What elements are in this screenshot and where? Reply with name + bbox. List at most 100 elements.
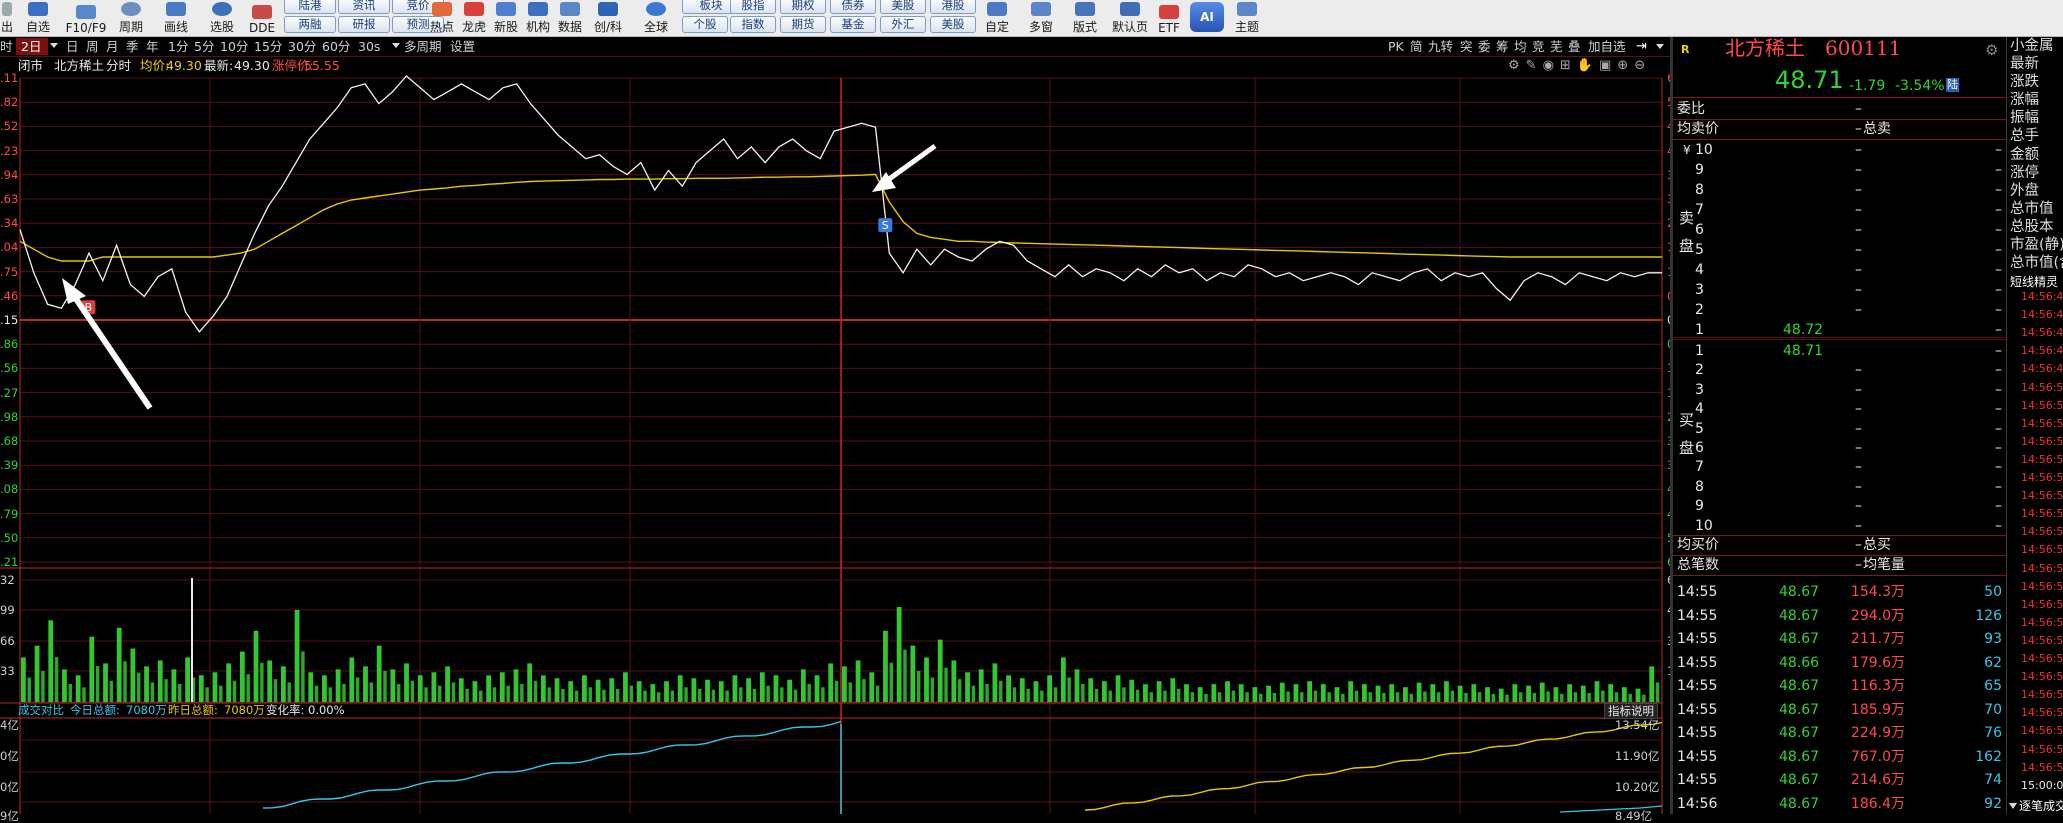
footer-dropdown-icon[interactable] <box>2009 803 2017 809</box>
volume-bar <box>54 657 59 702</box>
wizard-time[interactable]: 14:56:54 <box>2021 417 2063 430</box>
buy-level-row[interactable]: 9 – – <box>1673 497 2006 516</box>
wizard-time[interactable]: 15:00:00 <box>2021 779 2063 792</box>
wizard-time[interactable]: 14:56:57 <box>2021 598 2063 611</box>
left-axis-price-label: .75 <box>0 264 19 279</box>
level-volume: – <box>1995 343 2002 359</box>
volume-bar <box>431 672 437 702</box>
sell-level-row[interactable]: 4 – – <box>1673 261 2006 280</box>
wizard-time[interactable]: 14:56:46 <box>2021 291 2063 303</box>
tick-row[interactable]: 14:55 48.67 116.3万 65 <box>1673 675 2006 697</box>
wizard-time[interactable]: 14:56:54 <box>2021 453 2063 466</box>
volume-bar <box>992 663 998 702</box>
short-term-wizard-label[interactable]: 短线精灵 <box>2010 273 2058 291</box>
wizard-time[interactable]: 14:56:54 <box>2021 490 2063 502</box>
indicator-help-button[interactable]: 指标说明 <box>1604 703 1658 719</box>
tick-row[interactable]: 14:55 48.67 224.9万 76 <box>1673 722 2006 744</box>
volume-bar <box>1382 693 1386 702</box>
tick-row[interactable]: 14:55 48.66 179.6万 62 <box>1673 652 2006 674</box>
volume-bar <box>1532 693 1537 702</box>
sell-level-row[interactable]: 7 – – <box>1673 201 2006 220</box>
yesterday-total-value: 7080万 <box>224 703 265 717</box>
tick-detail-label[interactable]: 逐笔成交 <box>2019 797 2063 815</box>
volume-bar <box>527 663 533 702</box>
left-axis-price-label: .34 <box>0 216 19 231</box>
tick-row[interactable]: 14:55 48.67 211.7万 93 <box>1673 628 2006 650</box>
wizard-time[interactable]: 14:56:46 <box>2021 345 2063 357</box>
volume-bar <box>520 684 524 702</box>
sell-level-row[interactable]: 3 – – <box>1673 281 2006 300</box>
buy-level-row[interactable]: 2 – – <box>1673 361 2006 380</box>
level-volume: – <box>1995 242 2002 258</box>
volume-bar <box>1012 687 1017 702</box>
wizard-time[interactable]: 14:56:50 <box>2021 381 2063 394</box>
level-volume: – <box>1995 222 2002 238</box>
wizard-time[interactable]: 14:56:58 <box>2021 761 2063 774</box>
wizard-time[interactable]: 14:56:51 <box>2021 399 2063 412</box>
volume-bar <box>821 687 825 702</box>
wizard-time[interactable]: 14:56:55 <box>2021 526 2063 538</box>
wizard-time[interactable]: 14:56:54 <box>2021 472 2063 484</box>
wizard-time[interactable]: 14:56:55 <box>2021 562 2063 575</box>
buy-level-row[interactable]: 1 48.71 – <box>1673 342 2006 361</box>
tick-volume: 92 <box>1984 795 2002 812</box>
wizard-time[interactable]: 14:56:55 <box>2021 508 2063 520</box>
tick-row[interactable]: 14:56 48.67 186.4万 92 <box>1673 793 2006 815</box>
tick-amount: 224.9万 <box>1850 725 1905 741</box>
buy-level-row[interactable]: 4 – – <box>1673 400 2006 419</box>
quote-settings-icon[interactable]: ⚙ <box>1985 41 1998 59</box>
wizard-time[interactable]: 14:56:57 <box>2021 671 2063 683</box>
tick-row[interactable]: 14:55 48.67 214.6万 74 <box>1673 769 2006 791</box>
volume-bar <box>1655 682 1660 702</box>
volume-bar <box>1300 692 1304 702</box>
volume-bar <box>1115 675 1121 702</box>
volume-bar <box>1108 690 1112 702</box>
tick-amount: 179.6万 <box>1850 654 1905 671</box>
sell-level-row[interactable]: 2 – – <box>1673 301 2006 320</box>
volume-bar <box>1526 685 1531 702</box>
volume-bar <box>178 684 182 702</box>
wizard-time[interactable]: 14:56:54 <box>2021 435 2063 448</box>
wizard-time[interactable]: 14:56:57 <box>2021 634 2063 647</box>
tick-amount: 767.0万 <box>1850 748 1905 765</box>
sell-level-row[interactable]: 8 – – <box>1673 181 2006 200</box>
wizard-time[interactable]: 14:56:58 <box>2021 725 2063 737</box>
volume-bar <box>103 663 108 702</box>
wizard-time[interactable]: 14:56:57 <box>2021 580 2063 593</box>
divider-line <box>1673 535 2006 536</box>
volume-bar <box>1047 675 1053 702</box>
wizard-time[interactable]: 14:56:57 <box>2021 689 2063 701</box>
wizard-time[interactable]: 14:56:58 <box>2021 743 2063 756</box>
wizard-time[interactable]: 14:56:46 <box>2021 327 2063 339</box>
wizard-time[interactable]: 14:56:47 <box>2021 363 2063 375</box>
wizard-time[interactable]: 14:56:57 <box>2021 653 2063 665</box>
sell-level-row[interactable]: 5 – – <box>1673 241 2006 260</box>
tick-time: 14:56 <box>1677 795 1718 812</box>
wizard-time[interactable]: 14:56:57 <box>2021 616 2063 629</box>
chart-area[interactable]: BS <box>0 0 1670 814</box>
tick-volume: 65 <box>1984 678 2002 694</box>
tick-row[interactable]: 14:55 48.67 185.9万 70 <box>1673 699 2006 721</box>
sell-level-row[interactable]: 10 – – <box>1673 141 2006 160</box>
sell-level-row[interactable]: 6 – – <box>1673 221 2006 240</box>
volume-bar <box>855 660 861 702</box>
buy-level-row[interactable]: 8 – – <box>1673 478 2006 497</box>
buy-level-row[interactable]: 3 – – <box>1673 381 2006 400</box>
left-axis-price-label: .04 <box>0 240 19 255</box>
tick-row[interactable]: 14:55 48.67 294.0万 126 <box>1673 605 2006 627</box>
volume-bar <box>1259 693 1263 702</box>
buy-level-row[interactable]: 6 – – <box>1673 439 2006 458</box>
volume-bar <box>445 666 450 702</box>
volume-left-axis-label: 66 <box>0 634 15 648</box>
buy-level-row[interactable]: 5 – – <box>1673 420 2006 439</box>
buy-level-row[interactable]: 7 – – <box>1673 458 2006 477</box>
sell-level-row[interactable]: 9 – – <box>1673 161 2006 180</box>
buy-level-row[interactable]: 10 – – <box>1673 517 2006 536</box>
tick-row[interactable]: 14:55 48.67 154.3万 50 <box>1673 581 2006 603</box>
tick-row[interactable]: 14:55 48.67 767.0万 162 <box>1673 746 2006 768</box>
wizard-time[interactable]: 14:56:46 <box>2021 309 2063 321</box>
level-number: 3 <box>1695 381 1704 398</box>
wizard-time[interactable]: 14:56:57 <box>2021 707 2063 719</box>
wizard-time[interactable]: 14:56:55 <box>2021 544 2063 556</box>
volume-bar <box>869 672 875 702</box>
